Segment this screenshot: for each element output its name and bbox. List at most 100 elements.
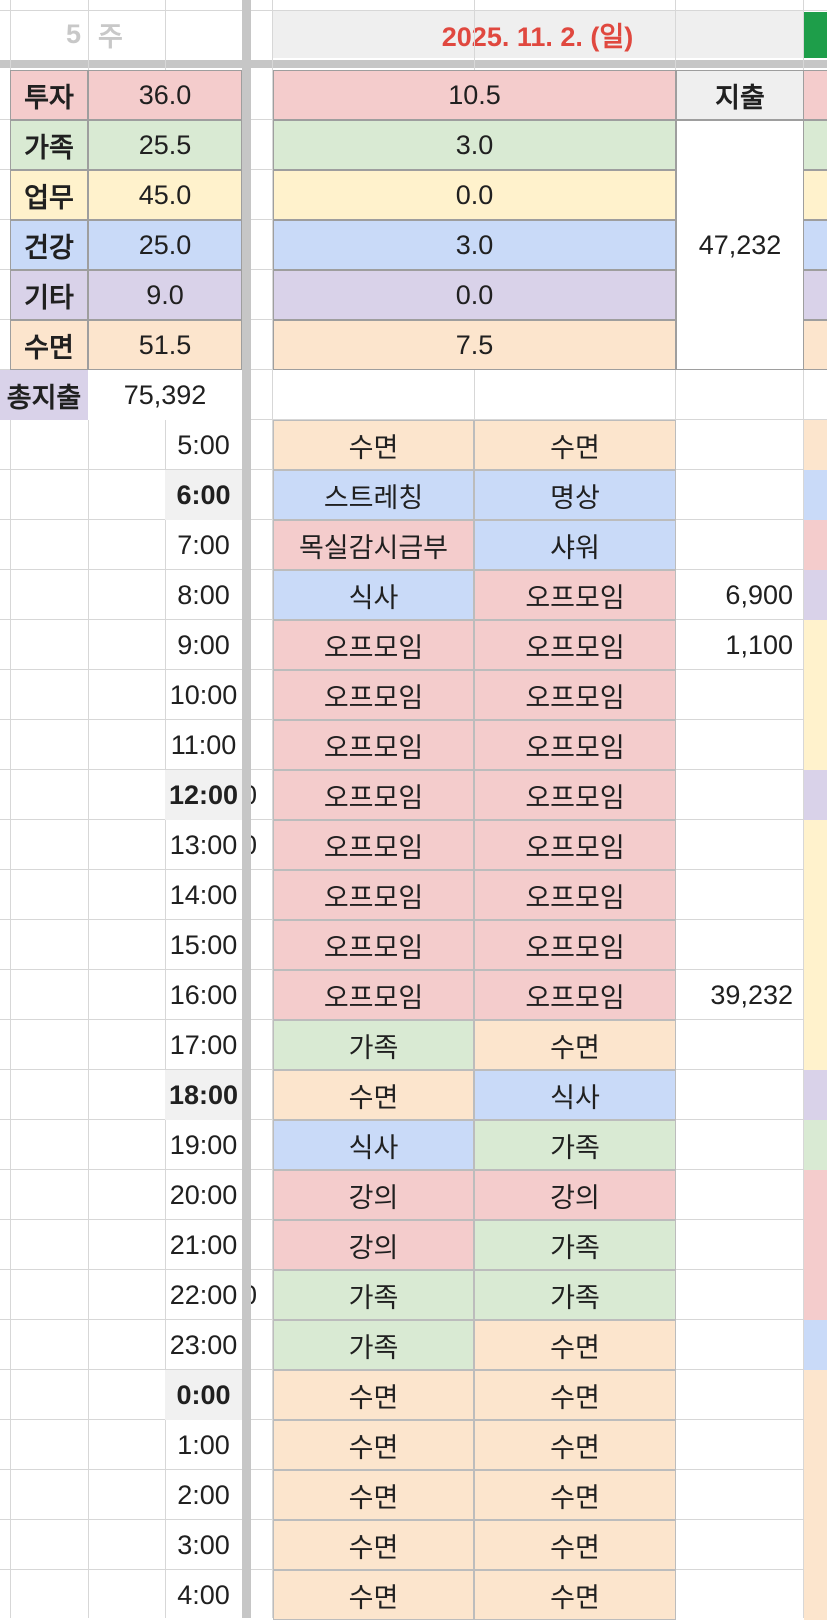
- activity-cell-a[interactable]: 수면: [273, 1520, 474, 1570]
- time-label[interactable]: 2:00: [165, 1470, 242, 1520]
- category-label-investment[interactable]: 투자: [10, 70, 88, 120]
- date-header-cell[interactable]: 2025. 11. 2. (일): [272, 10, 803, 58]
- time-label[interactable]: 8:00: [165, 570, 242, 620]
- category-label-sleep[interactable]: 수면: [10, 320, 88, 370]
- activity-cell-b[interactable]: 수면: [474, 1520, 676, 1570]
- time-label[interactable]: 18:00: [165, 1070, 242, 1120]
- time-label[interactable]: 6:00: [165, 470, 242, 520]
- activity-cell-a[interactable]: 강의: [273, 1170, 474, 1220]
- week-label-cell[interactable]: 주: [90, 10, 130, 58]
- time-label[interactable]: 15:00: [165, 920, 242, 970]
- activity-cell-b[interactable]: 오프모임: [474, 570, 676, 620]
- expense-cell[interactable]: [676, 720, 803, 770]
- daily-hours-sleep[interactable]: 7.5: [273, 320, 676, 370]
- time-label[interactable]: 11:00: [165, 720, 242, 770]
- activity-cell-a[interactable]: 오프모임: [273, 720, 474, 770]
- activity-cell-b[interactable]: 오프모임: [474, 720, 676, 770]
- daily-hours-health[interactable]: 3.0: [273, 220, 676, 270]
- expense-cell[interactable]: [676, 770, 803, 820]
- expense-cell[interactable]: [676, 470, 803, 520]
- expense-cell[interactable]: [676, 1220, 803, 1270]
- time-label[interactable]: 14:00: [165, 870, 242, 920]
- weekly-hours-family[interactable]: 25.5: [88, 120, 242, 170]
- expense-cell[interactable]: 1,100: [676, 620, 803, 670]
- time-label[interactable]: 20:00: [165, 1170, 242, 1220]
- activity-cell-a[interactable]: 오프모임: [273, 970, 474, 1020]
- category-label-family[interactable]: 가족: [10, 120, 88, 170]
- activity-cell-a[interactable]: 수면: [273, 1070, 474, 1120]
- expense-cell[interactable]: [676, 870, 803, 920]
- activity-cell-a[interactable]: 식사: [273, 1120, 474, 1170]
- activity-cell-a[interactable]: 오프모임: [273, 870, 474, 920]
- activity-cell-b[interactable]: 식사: [474, 1070, 676, 1120]
- activity-cell-b[interactable]: 명상: [474, 470, 676, 520]
- expense-cell[interactable]: [676, 920, 803, 970]
- expense-cell[interactable]: [676, 1470, 803, 1520]
- time-label[interactable]: 17:00: [165, 1020, 242, 1070]
- daily-hours-other[interactable]: 0.0: [273, 270, 676, 320]
- activity-cell-b[interactable]: 오프모임: [474, 820, 676, 870]
- activity-cell-a[interactable]: 오프모임: [273, 820, 474, 870]
- activity-cell-a[interactable]: 가족: [273, 1270, 474, 1320]
- activity-cell-b[interactable]: 수면: [474, 1370, 676, 1420]
- total-expense-label[interactable]: 총지출: [0, 370, 88, 420]
- category-label-other[interactable]: 기타: [10, 270, 88, 320]
- expense-cell[interactable]: [676, 1120, 803, 1170]
- activity-cell-a[interactable]: 수면: [273, 1370, 474, 1420]
- activity-cell-b[interactable]: 수면: [474, 420, 676, 470]
- activity-cell-b[interactable]: 오프모임: [474, 620, 676, 670]
- time-label[interactable]: 12:00: [165, 770, 242, 820]
- activity-cell-a[interactable]: 강의: [273, 1220, 474, 1270]
- activity-cell-a[interactable]: 오프모임: [273, 620, 474, 670]
- activity-cell-a[interactable]: 수면: [273, 1470, 474, 1520]
- activity-cell-b[interactable]: 가족: [474, 1270, 676, 1320]
- expense-cell[interactable]: [676, 1570, 803, 1620]
- time-label[interactable]: 21:00: [165, 1220, 242, 1270]
- activity-cell-b[interactable]: 강의: [474, 1170, 676, 1220]
- activity-cell-a[interactable]: 수면: [273, 1420, 474, 1470]
- expense-cell[interactable]: [676, 1170, 803, 1220]
- daily-expense-total[interactable]: 47,232: [676, 120, 804, 370]
- activity-cell-b[interactable]: 오프모임: [474, 870, 676, 920]
- expense-cell[interactable]: 39,232: [676, 970, 803, 1020]
- time-label[interactable]: 23:00: [165, 1320, 242, 1370]
- activity-cell-b[interactable]: 오프모임: [474, 970, 676, 1020]
- time-label[interactable]: 3:00: [165, 1520, 242, 1570]
- activity-cell-a[interactable]: 수면: [273, 420, 474, 470]
- activity-cell-a[interactable]: 목실감시금부: [273, 520, 474, 570]
- weekly-hours-investment[interactable]: 36.0: [88, 70, 242, 120]
- daily-hours-work[interactable]: 0.0: [273, 170, 676, 220]
- activity-cell-b[interactable]: 수면: [474, 1420, 676, 1470]
- time-label[interactable]: 9:00: [165, 620, 242, 670]
- total-expense-value[interactable]: 75,392: [88, 370, 242, 420]
- time-label[interactable]: 7:00: [165, 520, 242, 570]
- activity-cell-b[interactable]: 샤워: [474, 520, 676, 570]
- time-label[interactable]: 10:00: [165, 670, 242, 720]
- time-label[interactable]: 5:00: [165, 420, 242, 470]
- activity-cell-a[interactable]: 오프모임: [273, 770, 474, 820]
- expense-cell[interactable]: [676, 520, 803, 570]
- weekly-hours-health[interactable]: 25.0: [88, 220, 242, 270]
- expense-cell[interactable]: [676, 670, 803, 720]
- expense-cell[interactable]: [676, 1320, 803, 1370]
- activity-cell-a[interactable]: 식사: [273, 570, 474, 620]
- category-label-health[interactable]: 건강: [10, 220, 88, 270]
- activity-cell-b[interactable]: 가족: [474, 1120, 676, 1170]
- expense-cell[interactable]: [676, 1020, 803, 1070]
- activity-cell-b[interactable]: 수면: [474, 1320, 676, 1370]
- activity-cell-b[interactable]: 수면: [474, 1020, 676, 1070]
- weekly-hours-work[interactable]: 45.0: [88, 170, 242, 220]
- time-label[interactable]: 1:00: [165, 1420, 242, 1470]
- activity-cell-a[interactable]: 가족: [273, 1320, 474, 1370]
- time-label[interactable]: 22:00: [165, 1270, 242, 1320]
- activity-cell-b[interactable]: 수면: [474, 1570, 676, 1620]
- time-label[interactable]: 0:00: [165, 1370, 242, 1420]
- expense-header-cell[interactable]: 지출: [676, 70, 804, 120]
- time-label[interactable]: 4:00: [165, 1570, 242, 1620]
- expense-cell[interactable]: [676, 420, 803, 470]
- activity-cell-a[interactable]: 스트레칭: [273, 470, 474, 520]
- expense-cell[interactable]: 6,900: [676, 570, 803, 620]
- daily-hours-investment[interactable]: 10.5: [273, 70, 676, 120]
- expense-cell[interactable]: [676, 1370, 803, 1420]
- time-label[interactable]: 19:00: [165, 1120, 242, 1170]
